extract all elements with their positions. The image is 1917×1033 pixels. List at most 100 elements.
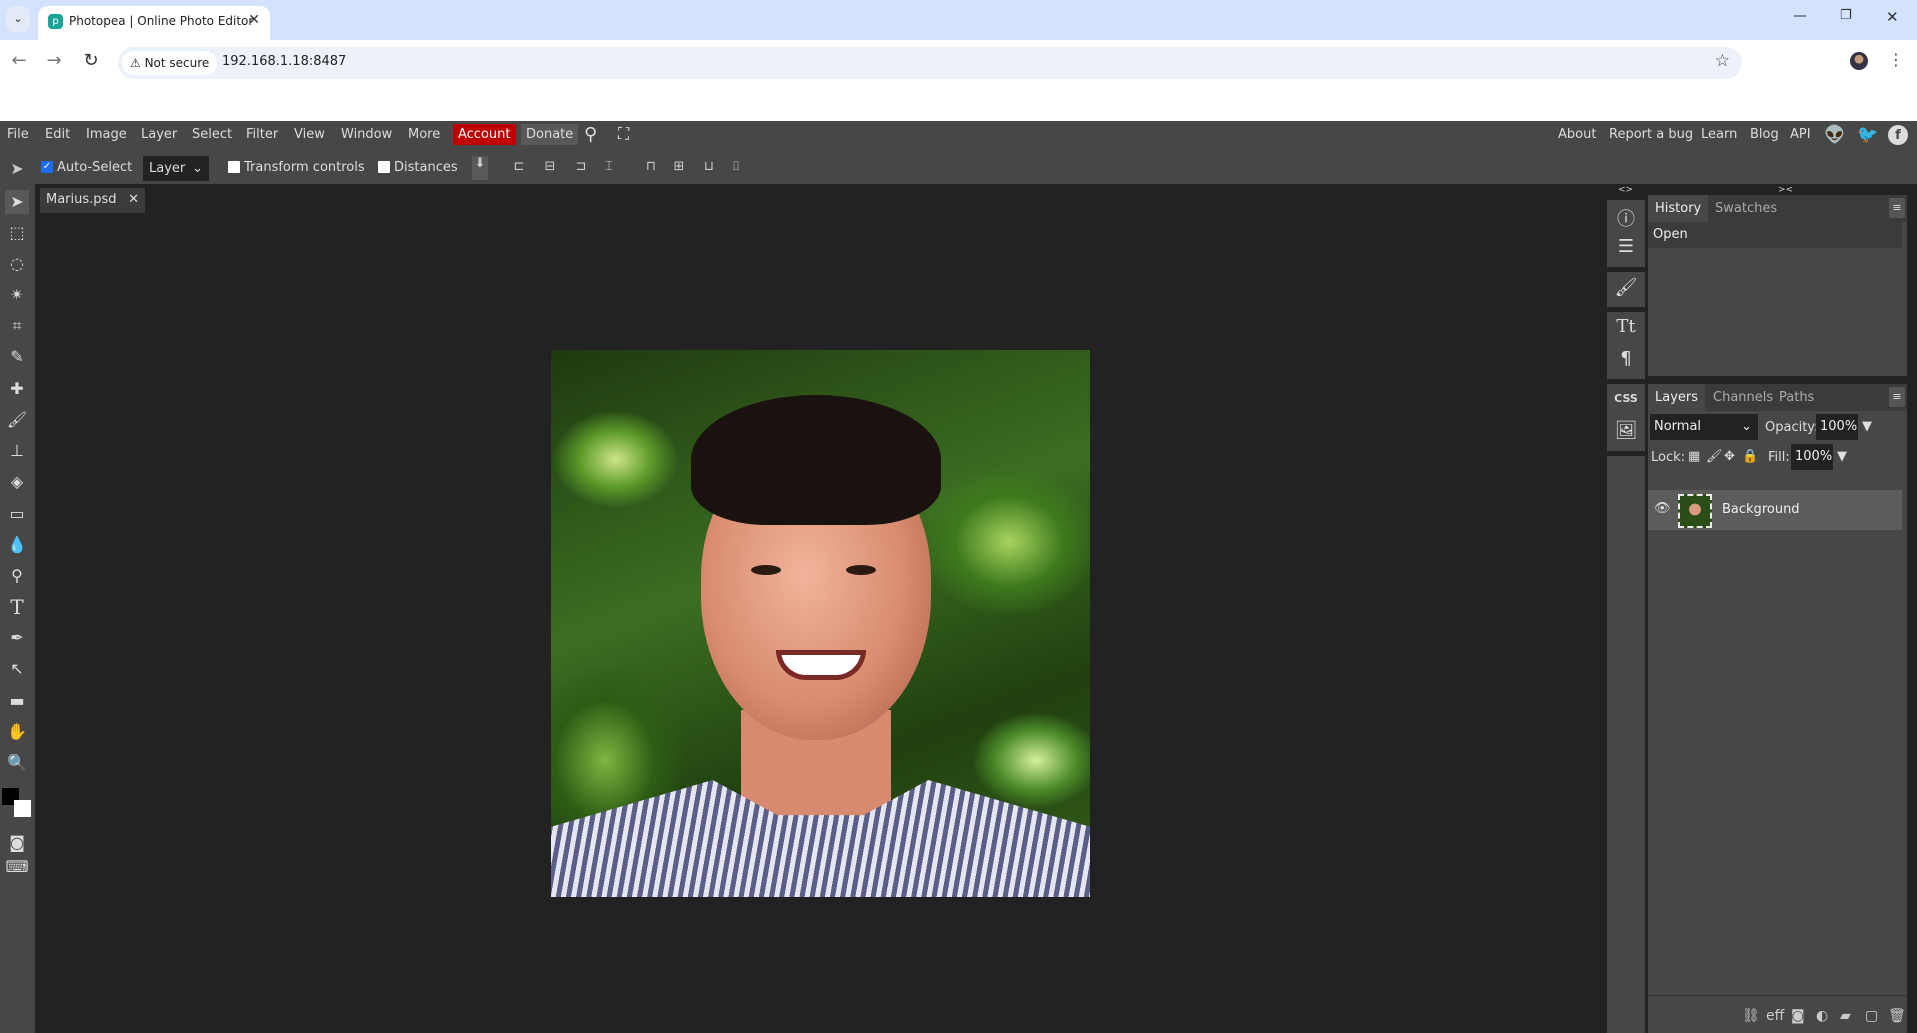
- keyboard-icon[interactable]: ⌨: [5, 855, 29, 879]
- close-document-icon[interactable]: ✕: [128, 192, 139, 207]
- clone-stamp-tool-icon[interactable]: ⊥: [5, 439, 29, 463]
- zoom-tool-icon[interactable]: 🔍: [5, 751, 29, 775]
- address-bar[interactable]: ⚠ Not secure 192.168.1.18:8487 ☆: [118, 47, 1742, 79]
- new-layer-icon[interactable]: ▢: [1865, 1008, 1878, 1024]
- browser-menu-icon[interactable]: ⋮: [1888, 50, 1904, 69]
- gradient-tool-icon[interactable]: ▭: [5, 502, 29, 526]
- type-tool-icon[interactable]: T: [5, 595, 29, 619]
- opacity-input[interactable]: 100%: [1816, 414, 1858, 440]
- close-tab-icon[interactable]: ✕: [248, 12, 260, 28]
- fullscreen-icon[interactable]: ⛶: [618, 124, 629, 144]
- distribute-vertical-icon[interactable]: ⌶: [600, 159, 618, 177]
- pen-tool-icon[interactable]: ✒: [5, 626, 29, 650]
- panel-menu-icon[interactable]: ≡: [1889, 198, 1905, 218]
- menu-layer[interactable]: Layer: [141, 127, 177, 142]
- layer-row[interactable]: 👁 Background: [1648, 490, 1902, 530]
- layer-mask-icon[interactable]: ◙: [1791, 1008, 1805, 1024]
- hand-tool-icon[interactable]: ✋: [5, 720, 29, 744]
- adjustment-layer-icon[interactable]: ◐: [1816, 1008, 1828, 1024]
- align-bottom-icon[interactable]: ⊔: [700, 159, 718, 177]
- collapse-icons-icon[interactable]: <>: [1618, 185, 1633, 195]
- css-icon[interactable]: CSS: [1607, 392, 1645, 405]
- link-about[interactable]: About: [1558, 127, 1596, 142]
- lock-paint-icon[interactable]: 🖌: [1706, 449, 1723, 464]
- close-window-icon[interactable]: ✕: [1886, 8, 1899, 26]
- character-icon[interactable]: Tt: [1607, 316, 1645, 337]
- tab-history[interactable]: History: [1648, 195, 1709, 222]
- auto-select-checkbox[interactable]: ✓: [41, 161, 53, 173]
- blur-tool-icon[interactable]: 💧: [5, 533, 29, 557]
- healing-brush-tool-icon[interactable]: ✚: [5, 377, 29, 401]
- forward-icon[interactable]: →: [43, 50, 65, 71]
- align-center-horizontal-icon[interactable]: ⊟: [541, 159, 559, 177]
- transform-controls-checkbox[interactable]: [228, 161, 240, 173]
- path-selection-tool-icon[interactable]: ↖: [5, 657, 29, 681]
- align-top-icon[interactable]: ⊓: [642, 159, 660, 177]
- lock-position-icon[interactable]: ✥: [1724, 449, 1735, 464]
- rectangle-tool-icon[interactable]: ▬: [5, 689, 29, 713]
- info-icon[interactable]: ⓘ: [1607, 205, 1645, 231]
- restore-icon[interactable]: ❐: [1840, 8, 1852, 23]
- account-button[interactable]: Account: [453, 124, 516, 145]
- fill-input[interactable]: 100%: [1791, 444, 1833, 470]
- download-icon[interactable]: ⬇: [472, 156, 488, 180]
- menu-edit[interactable]: Edit: [45, 127, 70, 142]
- profile-avatar[interactable]: [1850, 52, 1868, 70]
- link-blog[interactable]: Blog: [1750, 127, 1779, 142]
- brush-settings-icon[interactable]: 🖌: [1607, 277, 1645, 298]
- lock-transparency-icon[interactable]: ▦: [1688, 449, 1700, 464]
- brush-tool-icon[interactable]: 🖌: [5, 408, 29, 432]
- eraser-tool-icon[interactable]: ◈: [5, 470, 29, 494]
- menu-image[interactable]: Image: [86, 127, 127, 142]
- dodge-tool-icon[interactable]: ⚲: [5, 564, 29, 588]
- link-layers-icon[interactable]: ⛓: [1742, 1008, 1760, 1024]
- reddit-icon[interactable]: 👽: [1824, 125, 1845, 145]
- lock-all-icon[interactable]: 🔒: [1742, 449, 1758, 464]
- image-icon[interactable]: 🖼: [1607, 420, 1645, 441]
- move-tool-icon[interactable]: ➤: [5, 190, 29, 214]
- fill-arrow-icon[interactable]: ▼: [1837, 449, 1847, 464]
- panel-menu-icon[interactable]: ≡: [1889, 387, 1905, 407]
- back-icon[interactable]: ←: [8, 50, 30, 71]
- magic-wand-tool-icon[interactable]: ✴: [5, 283, 29, 307]
- facebook-icon[interactable]: f: [1888, 125, 1908, 145]
- distribute-horizontal-icon[interactable]: ⌷: [727, 159, 745, 177]
- menu-window[interactable]: Window: [341, 127, 392, 142]
- link-learn[interactable]: Learn: [1701, 127, 1737, 142]
- distances-checkbox[interactable]: [378, 161, 390, 173]
- align-left-icon[interactable]: ⊏: [510, 159, 528, 177]
- delete-layer-icon[interactable]: 🗑: [1888, 1008, 1906, 1024]
- adjustments-icon[interactable]: ☰: [1607, 236, 1645, 257]
- canvas-image[interactable]: [551, 350, 1090, 897]
- collapse-panels-icon[interactable]: ><: [1778, 185, 1793, 195]
- twitter-icon[interactable]: 🐦: [1857, 125, 1878, 145]
- tab-search-button[interactable]: ⌄: [6, 6, 30, 32]
- background-color-swatch[interactable]: [14, 800, 31, 817]
- minimize-icon[interactable]: —: [1793, 8, 1807, 24]
- new-group-icon[interactable]: ▰: [1840, 1008, 1851, 1024]
- donate-button[interactable]: Donate: [521, 124, 579, 145]
- link-api[interactable]: API: [1790, 127, 1811, 142]
- menu-file[interactable]: File: [7, 127, 29, 142]
- lasso-tool-icon[interactable]: ◌: [5, 252, 29, 276]
- menu-view[interactable]: View: [294, 127, 325, 142]
- crop-tool-icon[interactable]: ⌗: [5, 314, 29, 338]
- document-tab[interactable]: Marius.psd ✕: [40, 188, 145, 213]
- eyedropper-tool-icon[interactable]: ✎: [5, 345, 29, 369]
- paragraph-icon[interactable]: ¶: [1607, 348, 1645, 369]
- eye-visibility-icon[interactable]: 👁: [1654, 501, 1671, 516]
- opacity-arrow-icon[interactable]: ▼: [1862, 419, 1872, 434]
- quick-mask-icon[interactable]: ◙: [5, 831, 29, 855]
- auto-select-mode-dropdown[interactable]: Layer ⌄: [143, 156, 209, 181]
- align-right-icon[interactable]: ⊐: [572, 159, 590, 177]
- history-item[interactable]: Open: [1648, 222, 1902, 248]
- tab-paths[interactable]: Paths: [1772, 384, 1821, 411]
- align-middle-vertical-icon[interactable]: ⊞: [670, 159, 688, 177]
- browser-tab[interactable]: p Photopea | Online Photo Editor ✕: [38, 6, 270, 40]
- bookmark-star-icon[interactable]: ☆: [1715, 51, 1730, 71]
- security-chip[interactable]: ⚠ Not secure: [122, 51, 218, 75]
- search-icon[interactable]: ⚲: [584, 124, 597, 145]
- reload-icon[interactable]: ↻: [80, 50, 102, 71]
- menu-filter[interactable]: Filter: [246, 127, 278, 142]
- layer-effects-icon[interactable]: eff: [1766, 1008, 1784, 1024]
